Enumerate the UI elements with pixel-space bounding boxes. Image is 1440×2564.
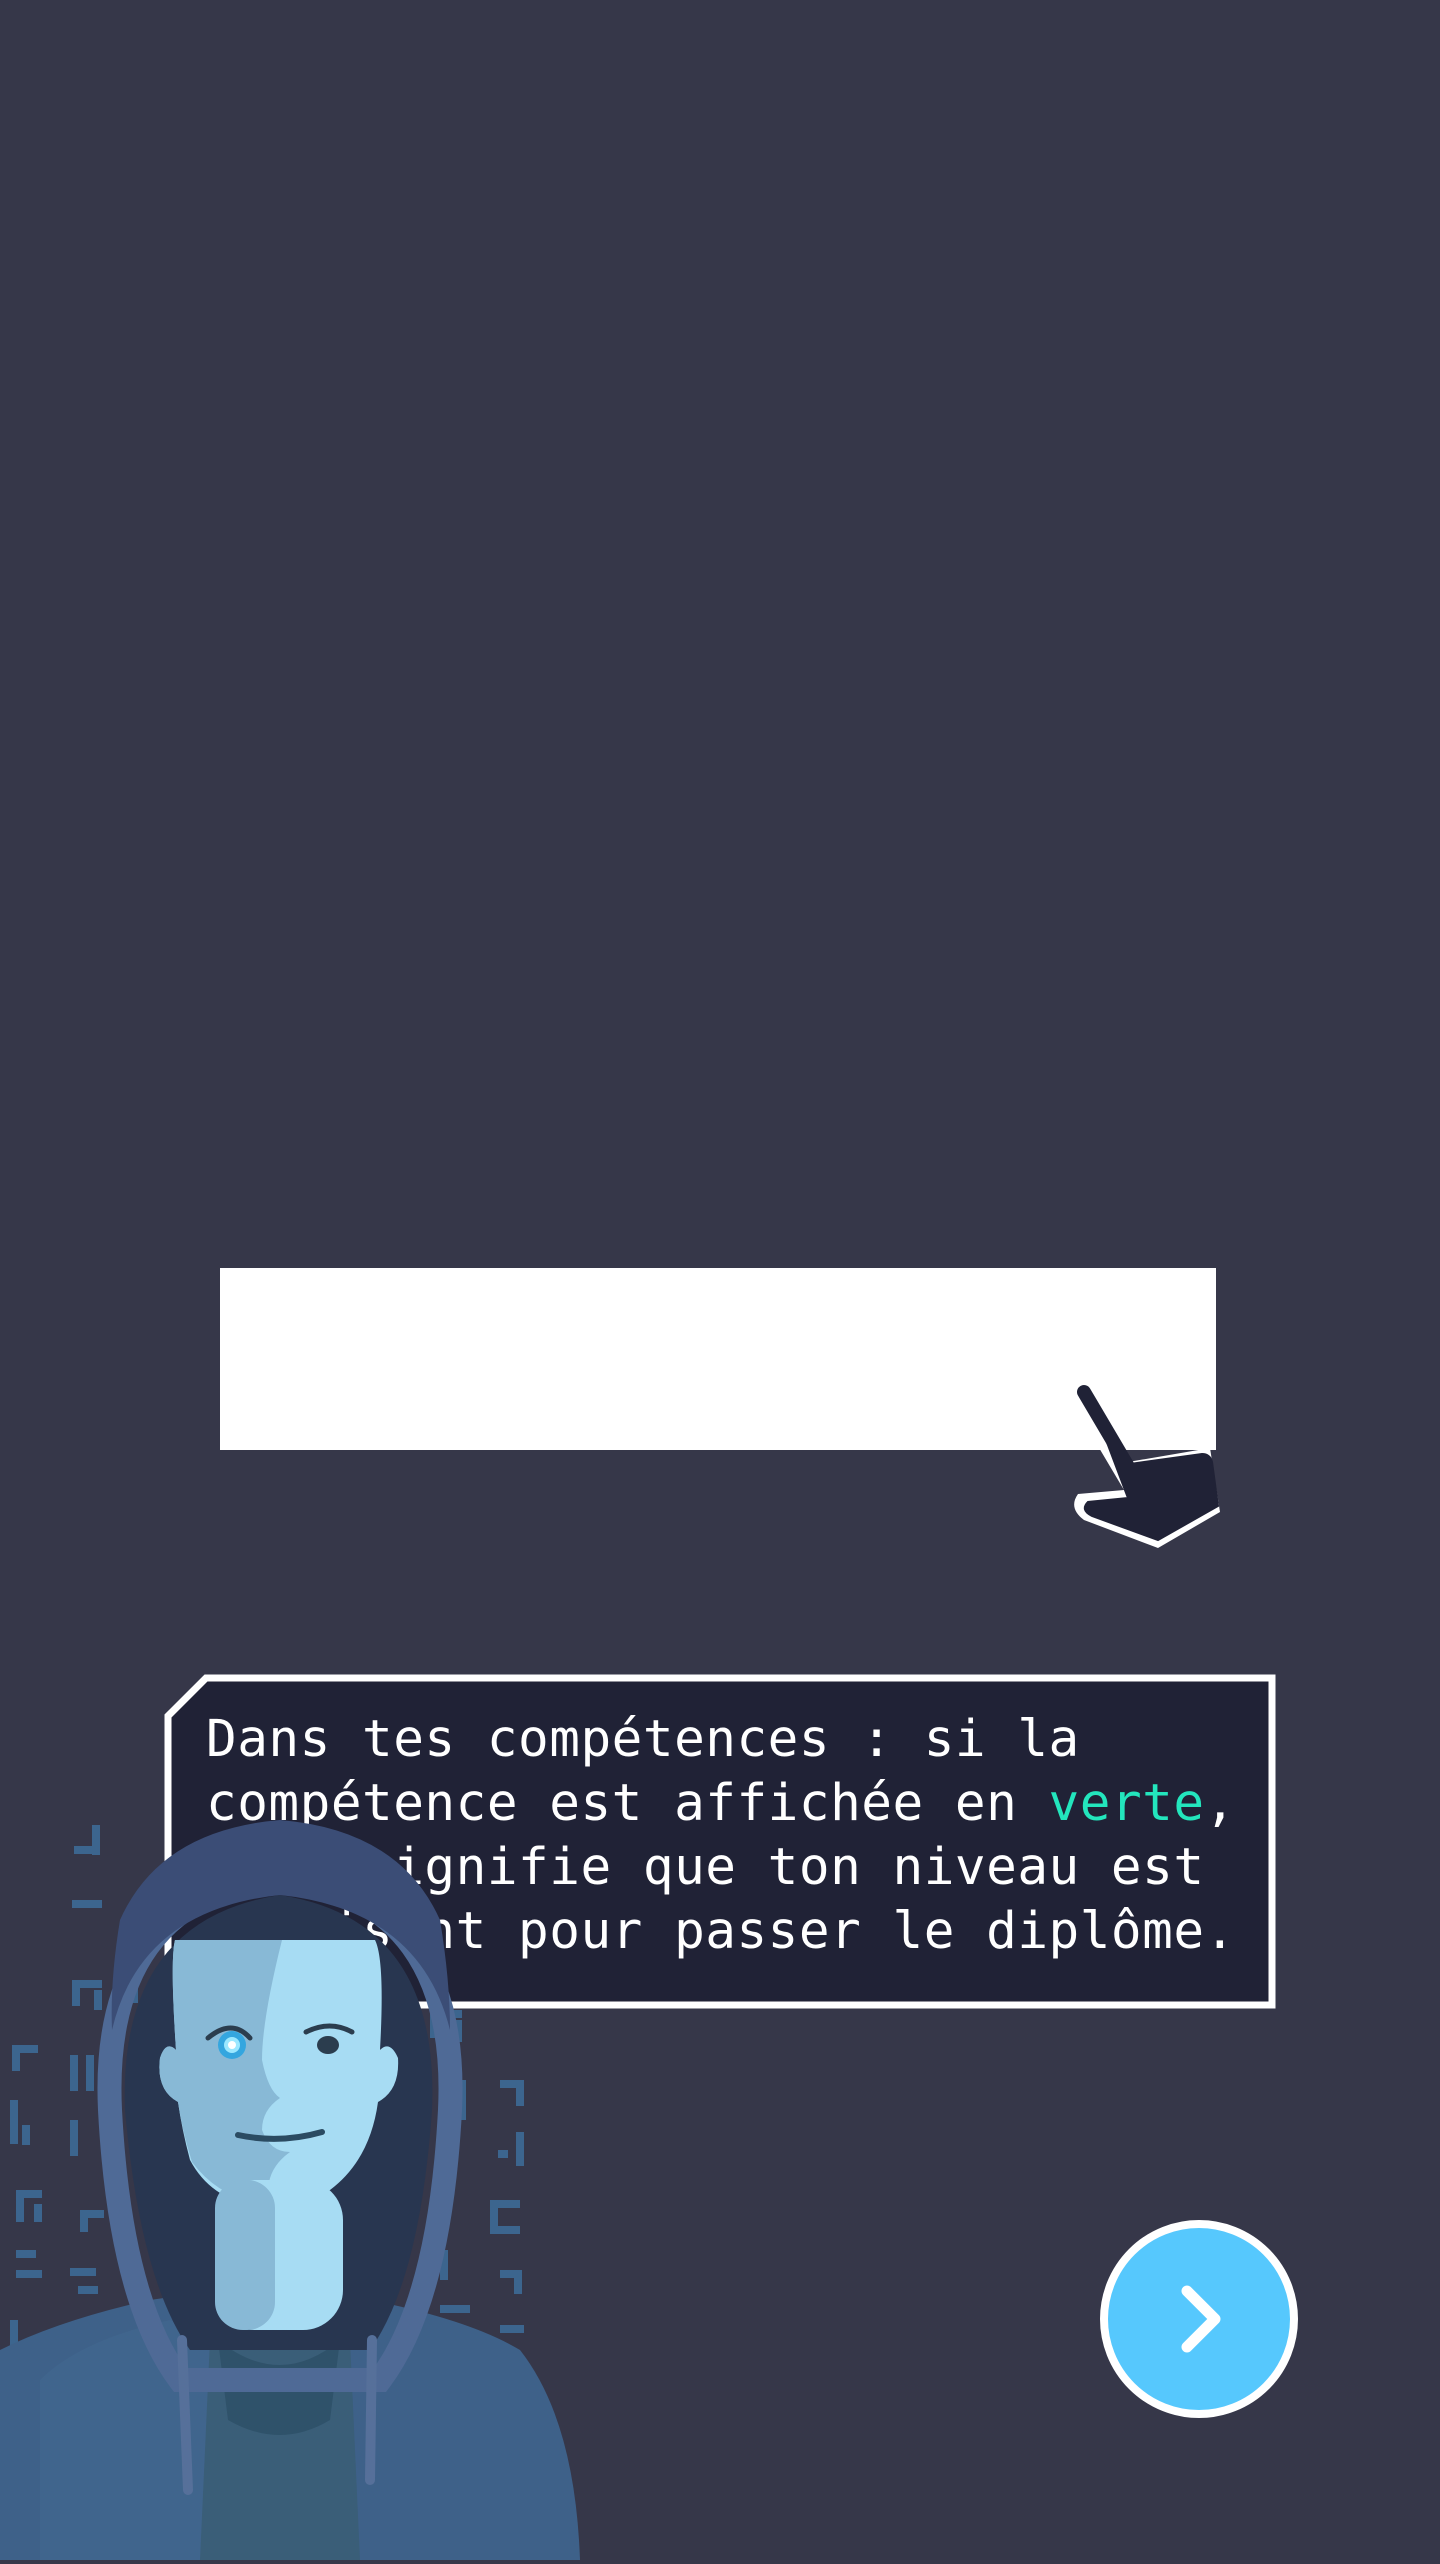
chevron-right-icon	[1181, 2285, 1221, 2353]
next-button[interactable]	[1100, 2220, 1298, 2418]
hand-pointer-icon	[1040, 1380, 1240, 1580]
hooded-character-avatar	[0, 1780, 600, 2560]
dialog-highlight-word: verte	[1048, 1774, 1205, 1833]
